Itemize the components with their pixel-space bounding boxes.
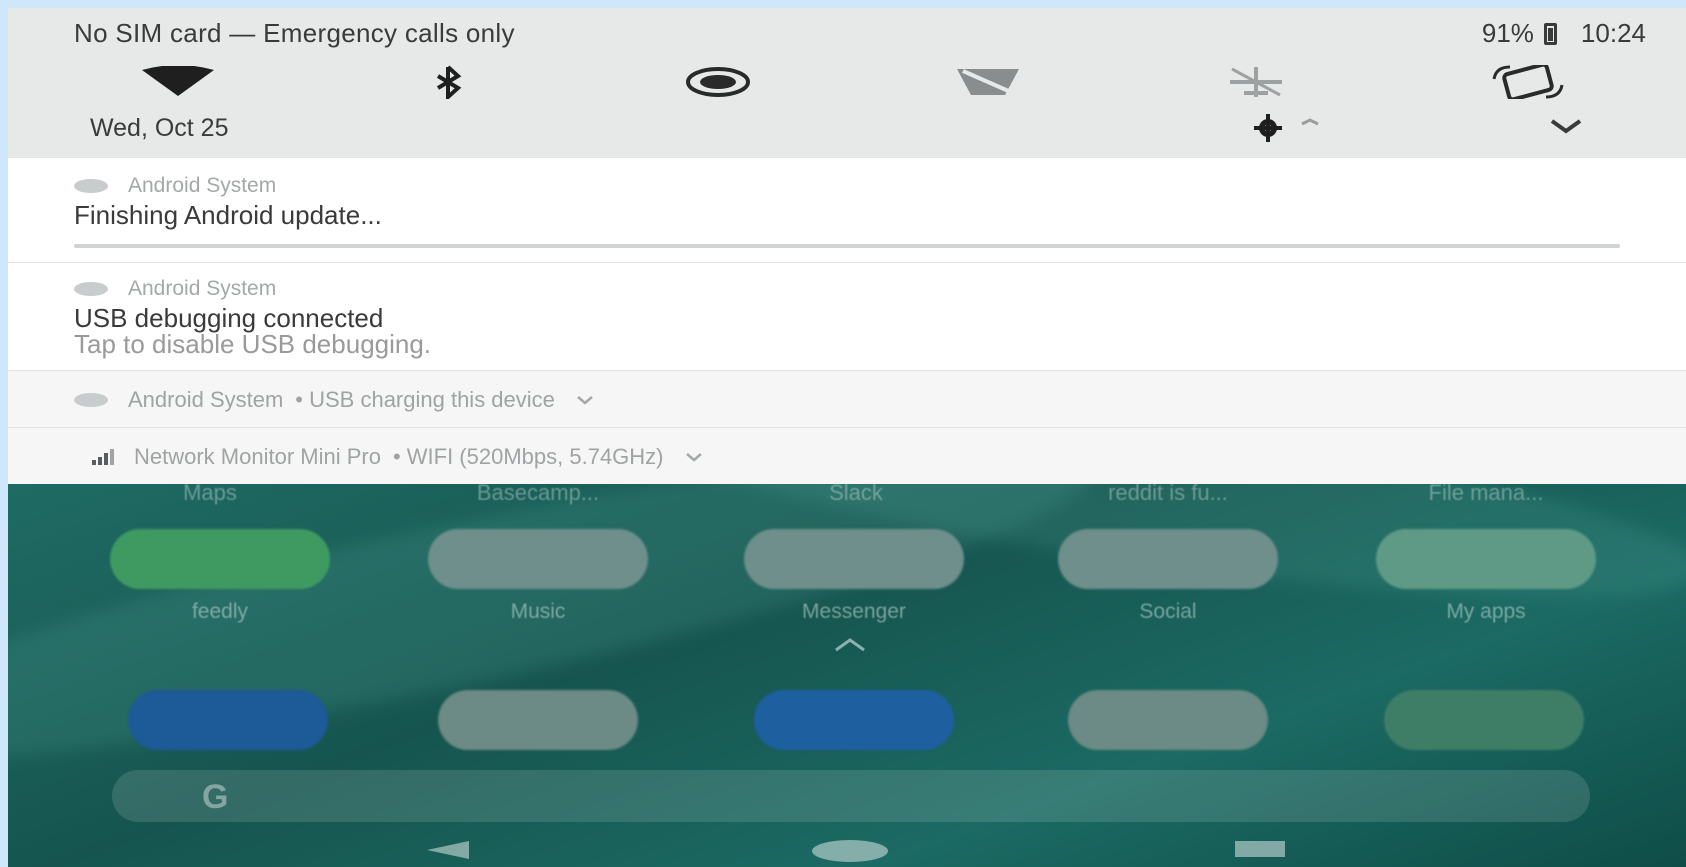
music-folder-icon[interactable] — [428, 529, 648, 589]
google-search-bar[interactable]: G — [112, 770, 1590, 822]
camera-icon[interactable] — [1068, 690, 1268, 750]
app-label: My apps — [1446, 600, 1526, 623]
app-name: Android System — [128, 174, 277, 197]
settings-button[interactable] — [1248, 112, 1288, 144]
status-right: 91% 10:24 — [1482, 18, 1646, 49]
signal-bars-icon — [92, 449, 114, 465]
chevron-down-icon[interactable] — [684, 450, 704, 464]
wifi-icon — [142, 66, 214, 96]
notification-summary: • WIFI (520Mbps, 5.74GHz) — [392, 444, 664, 469]
google-logo: G — [202, 778, 229, 816]
notification-title: Finishing Android update... — [74, 200, 382, 230]
notification-android-update[interactable]: Android System Finishing Android update.… — [8, 157, 1686, 262]
notification-network-monitor[interactable]: Network Monitor Mini Pro • WIFI (520Mbps… — [8, 427, 1686, 484]
notification-usb-charging[interactable]: Android System • USB charging this devic… — [8, 370, 1686, 427]
app-label[interactable]: Slack — [746, 484, 966, 506]
carrier-status: No SIM card — Emergency calls only — [74, 18, 515, 48]
my-apps-icon[interactable] — [1376, 529, 1596, 589]
phone-icon[interactable] — [128, 690, 328, 750]
chrome-icon[interactable] — [1384, 690, 1584, 750]
gmail-icon[interactable] — [438, 690, 638, 750]
airplane-icon — [1230, 67, 1282, 97]
no-sim-icon — [957, 69, 1019, 95]
home-top-labels: Maps Basecamp... Slack reddit is fu... F… — [8, 484, 1686, 510]
chevron-down-icon — [1550, 119, 1582, 134]
edit-caret-icon[interactable] — [1298, 116, 1322, 136]
hotspot-icon — [686, 67, 750, 97]
back-icon[interactable] — [423, 839, 473, 861]
android-system-icon — [74, 282, 108, 296]
notification-header: Android System • USB charging this devic… — [74, 387, 595, 413]
recents-icon[interactable] — [1233, 839, 1287, 859]
app-drawer-caret-icon[interactable] — [830, 636, 870, 654]
progress-fill — [74, 244, 1620, 248]
expand-quick-settings-button[interactable] — [1536, 110, 1596, 142]
messages-icon[interactable] — [754, 690, 954, 750]
chevron-down-icon[interactable] — [575, 393, 595, 407]
app-label[interactable]: reddit is fu... — [1058, 484, 1278, 506]
app-label[interactable]: Basecamp... — [428, 484, 648, 506]
hotspot-tile[interactable] — [668, 60, 768, 104]
bluetooth-tile[interactable] — [398, 60, 498, 104]
app-label: Messenger — [802, 600, 906, 623]
battery-percent: 91% — [1481, 18, 1534, 48]
feedly-icon[interactable] — [110, 529, 330, 589]
quick-settings-panel: No SIM card — Emergency calls only 91% 1… — [8, 8, 1686, 157]
update-progress-bar — [74, 244, 1620, 248]
app-label: Social — [1139, 600, 1197, 623]
wifi-tile[interactable] — [128, 60, 228, 104]
home-screen: Maps Basecamp... Slack reddit is fu... F… — [8, 484, 1686, 867]
clock: 10:24 — [1580, 18, 1646, 48]
notification-text: Tap to disable USB debugging. — [74, 329, 432, 359]
messenger-folder-icon[interactable] — [744, 529, 964, 589]
app-name: Android System — [128, 277, 277, 300]
notification-usb-debugging[interactable]: Android System USB debugging connected T… — [8, 262, 1686, 370]
quick-settings-tiles — [8, 60, 1686, 104]
notification-header: Network Monitor Mini Pro • WIFI (520Mbps… — [92, 444, 704, 470]
screen: No SIM card — Emergency calls only 91% 1… — [8, 8, 1686, 867]
airplane-tile[interactable] — [1206, 60, 1306, 104]
battery-icon — [1543, 22, 1557, 45]
app-label[interactable]: Maps — [100, 484, 320, 506]
app-name: Network Monitor Mini Pro — [134, 444, 381, 469]
android-system-icon — [74, 179, 108, 193]
auto-rotate-tile[interactable] — [1478, 60, 1578, 104]
app-label: feedly — [191, 600, 249, 623]
bluetooth-icon — [436, 65, 462, 99]
notification-header: Android System — [74, 277, 276, 301]
app-name: Android System — [128, 387, 284, 412]
sim-tile[interactable] — [938, 60, 1038, 104]
date-label: Wed, Oct 25 — [90, 114, 229, 142]
app-label: Music — [510, 600, 566, 623]
home-icon[interactable] — [810, 839, 890, 863]
auto-rotate-icon — [1492, 65, 1564, 99]
gear-icon — [1254, 114, 1282, 142]
social-folder-icon[interactable] — [1058, 529, 1278, 589]
android-system-icon — [74, 393, 108, 407]
notification-header: Android System — [74, 174, 276, 198]
notification-summary: • USB charging this device — [295, 387, 555, 412]
app-label[interactable]: File mana... — [1376, 484, 1596, 506]
